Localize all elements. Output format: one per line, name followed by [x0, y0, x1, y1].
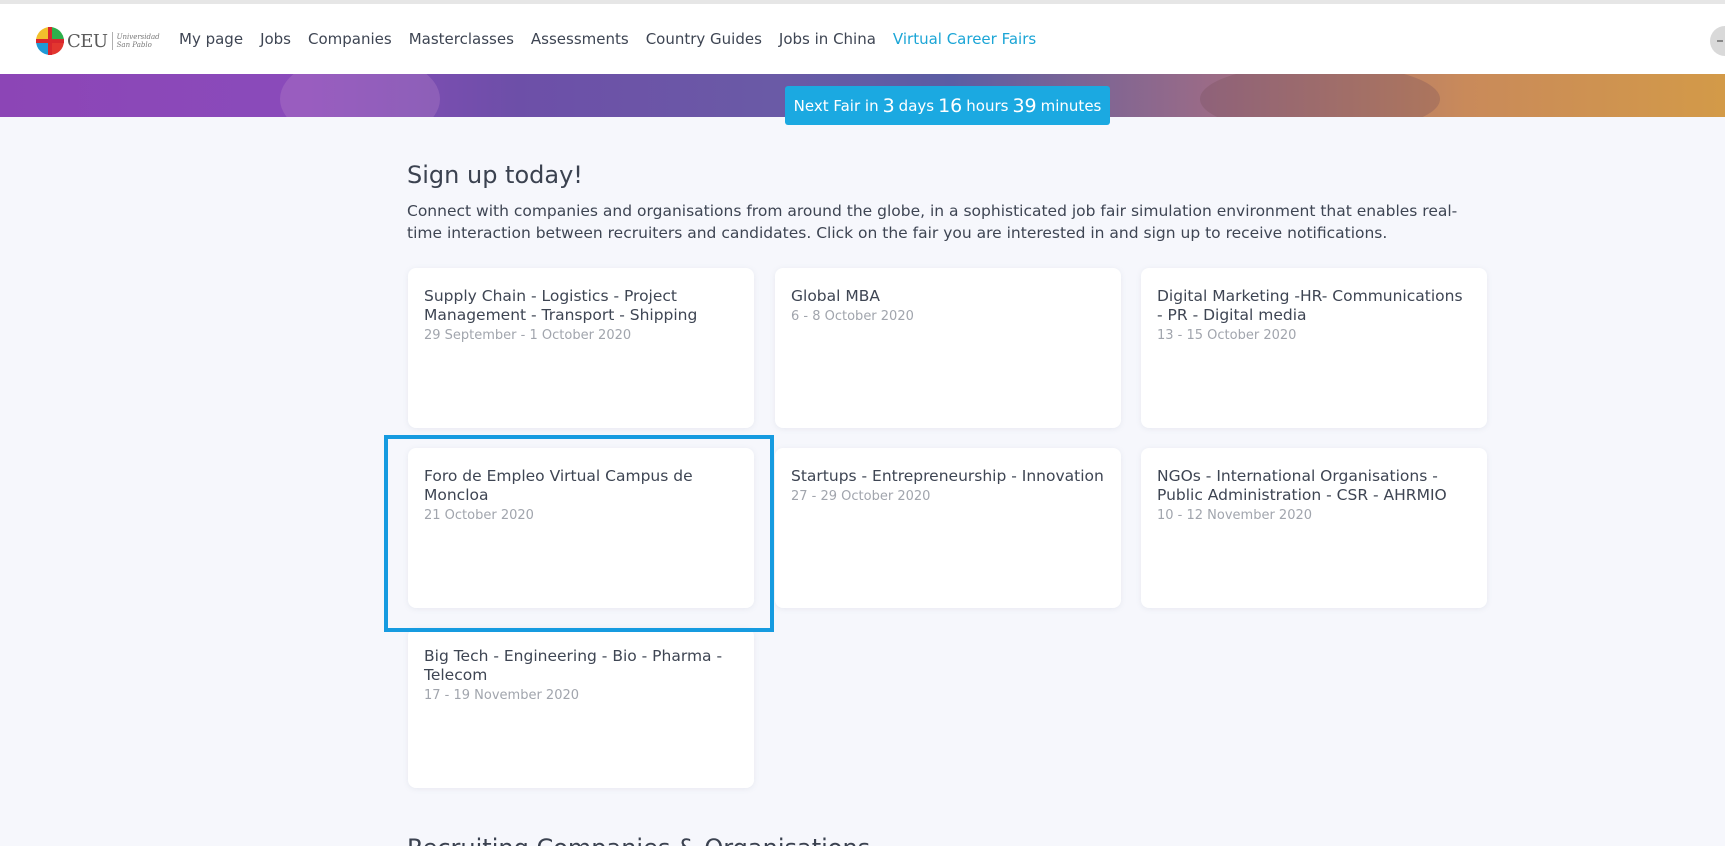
nav-masterclasses[interactable]: Masterclasses — [409, 30, 514, 48]
countdown-minutes: 39 — [1012, 94, 1037, 117]
countdown-days: 3 — [882, 94, 895, 117]
logo-text: CEU — [67, 30, 108, 52]
fair-date: 17 - 19 November 2020 — [424, 688, 580, 703]
section-heading-recruiting: Recruiting Companies & Organisations — [407, 834, 870, 846]
fair-card[interactable]: Big Tech - Engineering - Bio - Pharma - … — [408, 628, 754, 788]
ceu-logo[interactable]: CEU Universidad San Pablo — [36, 26, 160, 56]
intro-text: Connect with companies and organisations… — [407, 202, 1458, 242]
fair-title: Supply Chain - Logistics - Project Manag… — [424, 287, 698, 324]
main-nav: My page Jobs Companies Masterclasses Ass… — [179, 4, 1053, 74]
top-navbar: CEU Universidad San Pablo My page Jobs Co… — [0, 4, 1725, 74]
main-content: Sign up today! Connect with companies an… — [407, 160, 1487, 244]
next-fair-countdown[interactable]: Next Fair in 3 days 16 hours 39 minutes — [785, 86, 1110, 125]
fair-card[interactable]: Digital Marketing -HR- Communications - … — [1141, 268, 1487, 428]
fair-date: 29 September - 1 October 2020 — [424, 328, 632, 343]
nav-companies[interactable]: Companies — [308, 30, 392, 48]
nav-virtual-career-fairs[interactable]: Virtual Career Fairs — [893, 30, 1036, 48]
nav-my-page[interactable]: My page — [179, 30, 243, 48]
fair-date: 13 - 15 October 2020 — [1157, 328, 1297, 343]
fair-title: NGOs - International Organisations - Pub… — [1157, 467, 1447, 504]
fair-title: Global MBA — [791, 287, 880, 305]
fair-title: Big Tech - Engineering - Bio - Pharma - … — [424, 647, 723, 684]
nav-jobs[interactable]: Jobs — [260, 30, 291, 48]
fair-date: 10 - 12 November 2020 — [1157, 508, 1313, 523]
nav-country-guides[interactable]: Country Guides — [646, 30, 762, 48]
fair-title: Digital Marketing -HR- Communications - … — [1157, 287, 1463, 324]
fair-date: 21 October 2020 — [424, 508, 534, 523]
nav-assessments[interactable]: Assessments — [531, 30, 629, 48]
fair-date: 27 - 29 October 2020 — [791, 489, 931, 504]
fair-card[interactable]: NGOs - International Organisations - Pub… — [1141, 448, 1487, 608]
nav-jobs-in-china[interactable]: Jobs in China — [779, 30, 876, 48]
user-menu-avatar[interactable] — [1710, 26, 1725, 56]
logo-divider — [111, 32, 113, 50]
fair-date: 6 - 8 October 2020 — [791, 309, 914, 324]
ceu-logo-icon — [36, 27, 64, 55]
fair-card[interactable]: Foro de Empleo Virtual Campus de Moncloa… — [408, 448, 754, 608]
logo-subtitle: Universidad San Pablo — [116, 33, 160, 49]
countdown-hours: 16 — [938, 94, 963, 117]
page-title: Sign up today! — [407, 161, 583, 189]
fair-card[interactable]: Supply Chain - Logistics - Project Manag… — [408, 268, 754, 428]
fair-card[interactable]: Startups - Entrepreneurship - Innovation… — [775, 448, 1121, 608]
fair-title: Startups - Entrepreneurship - Innovation — [791, 467, 1104, 485]
fair-card[interactable]: Global MBA 6 - 8 October 2020 — [775, 268, 1121, 428]
fair-title: Foro de Empleo Virtual Campus de Moncloa — [424, 467, 693, 504]
